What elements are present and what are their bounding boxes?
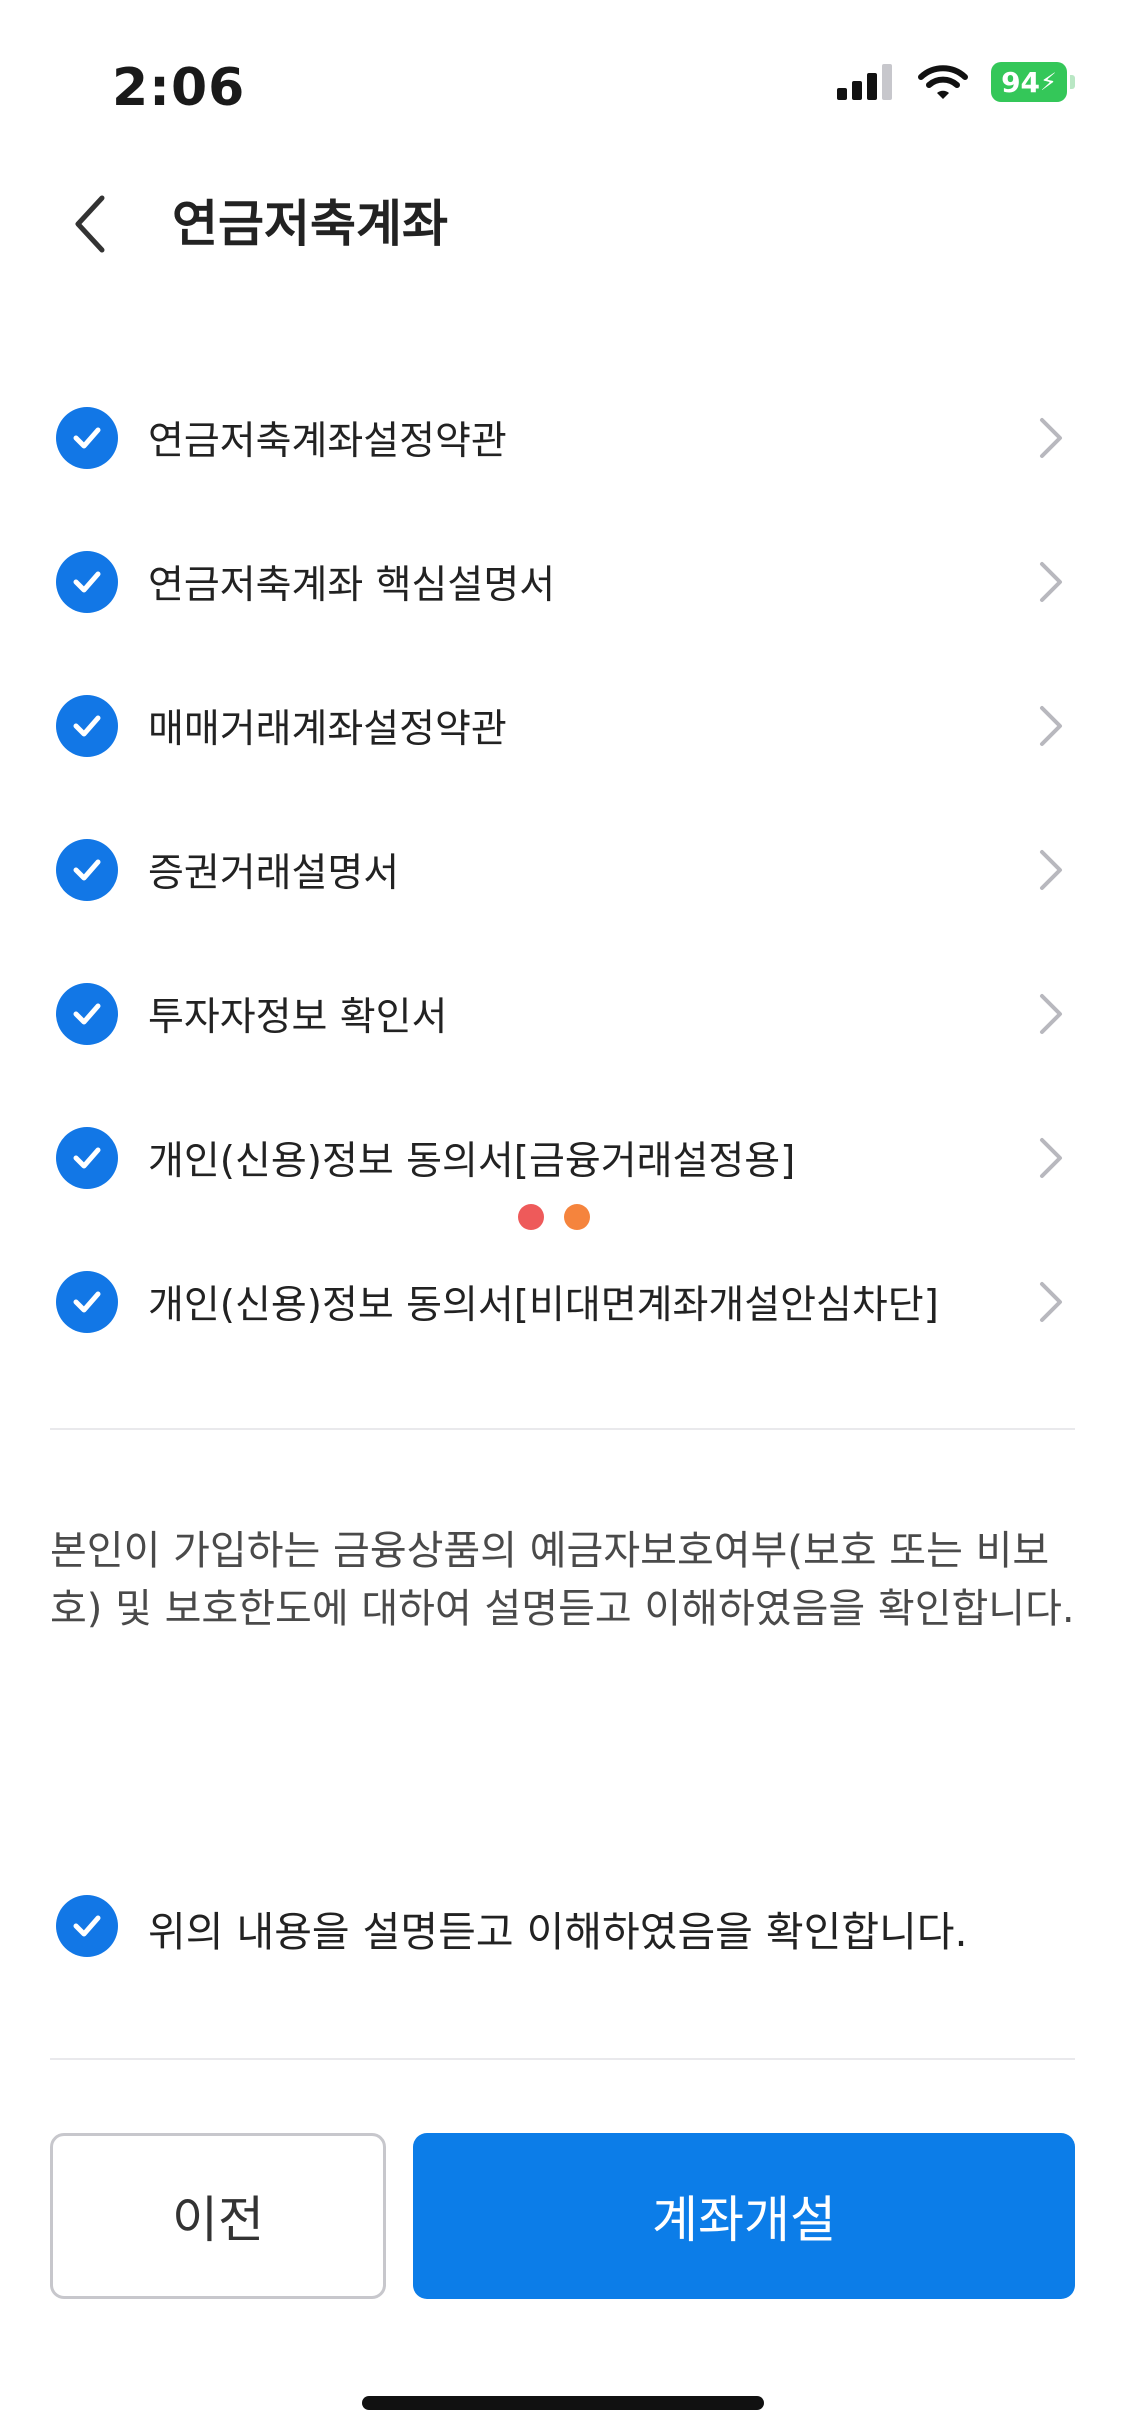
agreement-label: 개인(신용)정보 동의서[금융거래설정용] <box>148 1139 796 1184</box>
loading-dot-red <box>518 1204 544 1230</box>
agreement-item[interactable]: 개인(신용)정보 동의서[비대면계좌개설안심차단] <box>0 1230 1125 1374</box>
check-circle-icon[interactable] <box>56 1895 118 1957</box>
open-account-button[interactable]: 계좌개설 <box>413 2133 1075 2299</box>
check-circle-icon[interactable] <box>56 1127 118 1189</box>
agreement-label: 매매거래계좌설정약관 <box>148 707 507 752</box>
check-circle-icon[interactable] <box>56 983 118 1045</box>
charging-bolt-icon: ⚡ <box>1040 68 1057 96</box>
status-icons: 94 ⚡ <box>837 62 1075 102</box>
chevron-right-icon[interactable] <box>1031 701 1071 751</box>
checkmark-icon <box>73 1147 101 1169</box>
checkmark-icon <box>73 427 101 449</box>
checkmark-icon <box>73 1291 101 1313</box>
deposit-protection-notice: 본인이 가입하는 금융상품의 예금자보호여부(보호 또는 비보호) 및 보호한도… <box>50 1528 1075 1632</box>
page-title: 연금저축계좌 <box>172 195 448 253</box>
checkmark-icon <box>73 1915 101 1937</box>
battery-cap <box>1070 75 1075 89</box>
divider <box>50 1428 1075 1430</box>
check-circle-icon[interactable] <box>56 551 118 613</box>
loading-indicator <box>518 1204 590 1230</box>
header: 연금저축계좌 <box>0 180 1125 360</box>
agreement-label: 증권거래설명서 <box>148 851 400 896</box>
status-time: 2:06 <box>112 58 246 118</box>
agreement-item[interactable]: 증권거래설명서 <box>0 798 1125 942</box>
home-indicator[interactable] <box>362 2396 764 2410</box>
chevron-left-icon <box>75 195 105 253</box>
check-circle-icon[interactable] <box>56 1271 118 1333</box>
check-circle-icon[interactable] <box>56 695 118 757</box>
cellular-signal-icon <box>837 64 892 100</box>
back-button[interactable] <box>50 184 130 264</box>
agreement-item[interactable]: 투자자정보 확인서 <box>0 942 1125 1086</box>
chevron-right-icon[interactable] <box>1031 989 1071 1039</box>
chevron-right-icon[interactable] <box>1031 1277 1071 1327</box>
checkmark-icon <box>73 1003 101 1025</box>
checkmark-icon <box>73 859 101 881</box>
confirm-checkbox-row[interactable]: 위의 내용을 설명듣고 이해하였음을 확인합니다. <box>0 1890 1125 1962</box>
wifi-icon <box>918 65 968 99</box>
agreement-label: 개인(신용)정보 동의서[비대면계좌개설안심차단] <box>148 1283 939 1328</box>
check-circle-icon[interactable] <box>56 407 118 469</box>
confirm-label: 위의 내용을 설명듣고 이해하였음을 확인합니다. <box>148 1908 968 1956</box>
chevron-right-icon[interactable] <box>1031 413 1071 463</box>
checkmark-icon <box>73 715 101 737</box>
agreement-item[interactable]: 연금저축계좌설정약관 <box>0 366 1125 510</box>
battery-indicator: 94 ⚡ <box>991 62 1075 102</box>
divider <box>50 2058 1075 2060</box>
agreement-label: 투자자정보 확인서 <box>148 995 448 1040</box>
previous-button[interactable]: 이전 <box>50 2133 386 2299</box>
loading-dot-orange <box>564 1204 590 1230</box>
agreement-label: 연금저축계좌 핵심설명서 <box>148 563 556 608</box>
check-circle-icon[interactable] <box>56 839 118 901</box>
battery-level: 94 <box>1001 65 1041 99</box>
chevron-right-icon[interactable] <box>1031 557 1071 607</box>
agreement-label: 연금저축계좌설정약관 <box>148 419 507 464</box>
agreement-item[interactable]: 매매거래계좌설정약관 <box>0 654 1125 798</box>
agreement-item[interactable]: 연금저축계좌 핵심설명서 <box>0 510 1125 654</box>
chevron-right-icon[interactable] <box>1031 1133 1071 1183</box>
chevron-right-icon[interactable] <box>1031 845 1071 895</box>
status-bar: 2:06 94 ⚡ <box>0 0 1125 180</box>
checkmark-icon <box>73 571 101 593</box>
